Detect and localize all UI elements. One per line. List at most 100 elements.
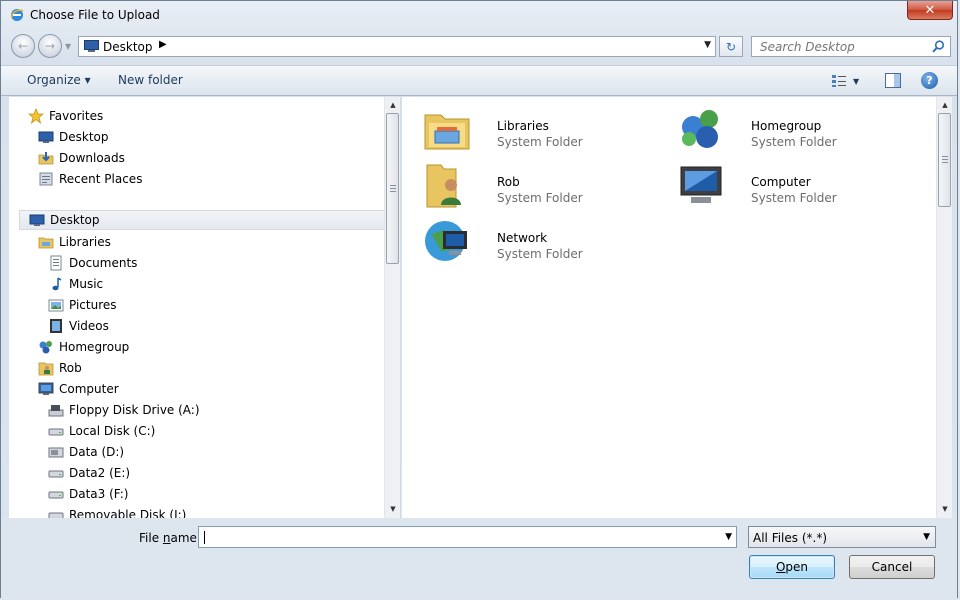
computer-icon (680, 166, 722, 203)
pictures-icon (48, 299, 64, 312)
item-name: Network (497, 231, 548, 245)
tree-item-data3-f[interactable]: Data3 (F:) (48, 484, 128, 504)
tree-item-pictures[interactable]: Pictures (48, 295, 117, 315)
file-list-scrollbar[interactable]: ▲ ▼ (936, 97, 952, 518)
internet-explorer-icon (10, 9, 24, 21)
tree-item-removable-i[interactable]: Removable Disk (I:) (48, 505, 186, 518)
item-type: System Folder (751, 135, 837, 149)
tree-label: Homegroup (59, 340, 130, 354)
scroll-thumb[interactable] (938, 113, 951, 207)
list-item-libraries[interactable]: Libraries System Folder (423, 103, 673, 155)
title-bar[interactable]: Choose File to Upload ✕ (1, 1, 957, 31)
item-name: Rob (497, 175, 520, 189)
file-name-label-hotkey: n (162, 531, 171, 545)
scroll-up-arrow[interactable]: ▲ (937, 97, 952, 113)
scroll-down-arrow[interactable]: ▼ (385, 501, 400, 517)
tree-label: Data (D:) (69, 445, 125, 459)
documents-icon (50, 255, 62, 271)
open-button-hotkey: O (775, 560, 786, 574)
cancel-button[interactable]: Cancel (849, 555, 935, 579)
tree-item-recent-places[interactable]: Recent Places (38, 169, 142, 189)
scroll-down-arrow[interactable]: ▼ (937, 501, 952, 517)
scroll-up-arrow[interactable]: ▲ (385, 97, 400, 113)
file-type-filter-select[interactable]: All Files (*.*) ▼ (748, 526, 936, 548)
address-bar[interactable]: Desktop ▶ ▼ (78, 36, 716, 57)
item-type: System Folder (751, 191, 837, 205)
text-caret (204, 531, 205, 544)
close-icon: ✕ (924, 2, 936, 18)
item-type: System Folder (497, 247, 583, 261)
tree-item-documents[interactable]: Documents (48, 253, 137, 273)
list-item-computer[interactable]: Computer System Folder (677, 159, 927, 211)
filter-dropdown-icon: ▼ (923, 532, 930, 542)
desktop-icon (38, 131, 54, 143)
tree-label: Desktop (50, 213, 100, 227)
open-button[interactable]: Open (749, 555, 835, 579)
floppy-drive-icon (48, 405, 64, 417)
data3-drive-icon (48, 491, 64, 499)
tree-item-homegroup[interactable]: Homegroup (38, 337, 129, 357)
item-name: Homegroup (751, 119, 822, 133)
network-icon (425, 221, 467, 261)
tree-item-desktop[interactable]: Desktop (19, 210, 385, 230)
computer-icon (38, 382, 54, 395)
command-toolbar: Organize ▾ New folder ▼ ? (1, 65, 957, 96)
tree-label: Downloads (59, 151, 125, 165)
item-name: Libraries (497, 119, 549, 133)
navigation-bar: ← → ▼ Desktop ▶ ▼ ↻ (1, 32, 957, 62)
tree-item-rob[interactable]: Rob (38, 358, 82, 378)
new-folder-button[interactable]: New folder (118, 73, 183, 87)
homegroup-icon (39, 341, 52, 354)
tree-item-local-disk-c[interactable]: Local Disk (C:) (48, 421, 155, 441)
tree-item-libraries[interactable]: Libraries (38, 232, 111, 252)
desktop-icon (29, 214, 45, 226)
tree-label: Favorites (49, 109, 104, 123)
address-dropdown-icon[interactable]: ▼ (704, 40, 711, 50)
scroll-thumb[interactable] (386, 113, 399, 264)
preview-pane-icon[interactable] (885, 73, 901, 88)
search-input[interactable] (758, 39, 927, 55)
organize-button[interactable]: Organize ▾ (27, 73, 91, 87)
list-item-network[interactable]: Network System Folder (423, 215, 673, 267)
file-name-dropdown-icon[interactable]: ▼ (725, 532, 732, 542)
file-list[interactable]: Libraries System Folder Homegroup System… (402, 97, 952, 518)
refresh-button[interactable]: ↻ (719, 36, 743, 57)
view-dropdown-icon: ▼ (853, 76, 860, 86)
tree-item-data2-e[interactable]: Data2 (E:) (48, 463, 130, 483)
refresh-icon: ↻ (725, 39, 737, 54)
search-icon[interactable] (932, 40, 945, 53)
list-item-homegroup[interactable]: Homegroup System Folder (677, 103, 927, 155)
tree-label: Libraries (59, 235, 111, 249)
tree-label: Rob (59, 361, 82, 375)
tree-item-floppy[interactable]: Floppy Disk Drive (A:) (48, 400, 200, 420)
tree-item-data-d[interactable]: Data (D:) (48, 442, 124, 462)
open-button-label: pen (785, 560, 809, 574)
list-item-rob[interactable]: Rob System Folder (423, 159, 673, 211)
recent-pages-dropdown-icon[interactable]: ▼ (65, 42, 71, 51)
tree-item-music[interactable]: Music (48, 274, 103, 294)
file-name-combobox[interactable]: ▼ (198, 526, 737, 548)
back-button[interactable]: ← (11, 34, 35, 58)
tree-item-favorites-desktop[interactable]: Desktop (38, 127, 109, 147)
navigation-scrollbar[interactable]: ▲ ▼ (384, 97, 400, 518)
view-options-icon (832, 75, 846, 87)
search-box[interactable] (751, 36, 951, 57)
address-location[interactable]: Desktop (103, 40, 153, 54)
tree-item-computer[interactable]: Computer (38, 379, 119, 399)
navigation-pane[interactable]: Favorites Desktop Downloads Recent Place… (9, 97, 401, 518)
tree-item-downloads[interactable]: Downloads (38, 148, 125, 168)
tree-item-videos[interactable]: Videos (48, 316, 109, 336)
tree-item-favorites[interactable]: Favorites (28, 106, 103, 126)
help-button[interactable]: ? (921, 72, 938, 89)
window-title: Choose File to Upload (30, 8, 160, 22)
breadcrumb-arrow-icon[interactable]: ▶ (159, 39, 167, 50)
forward-button[interactable]: → (38, 34, 62, 58)
file-name-input[interactable] (203, 529, 717, 545)
recent-places-icon (39, 172, 53, 186)
close-button[interactable]: ✕ (907, 1, 953, 20)
tree-label: Computer (59, 382, 119, 396)
data2-drive-icon (48, 470, 64, 478)
change-view-button[interactable]: ▼ (831, 73, 867, 89)
homegroup-icon (682, 110, 718, 148)
tree-label: Videos (69, 319, 109, 333)
